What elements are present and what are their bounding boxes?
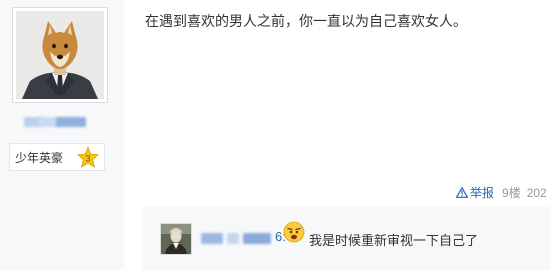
post-content: 在遇到喜欢的男人之前，你一直以为自己喜欢女人。 bbox=[145, 13, 467, 29]
author-username[interactable] bbox=[24, 117, 88, 127]
anxious-face-emoji-icon bbox=[283, 221, 305, 243]
report-link[interactable]: 举报 bbox=[456, 184, 494, 201]
post-date: 202 bbox=[526, 185, 547, 200]
reply-list: 6: 我是时候重新审视一下自己了 bbox=[143, 207, 550, 270]
floor-number: 9楼 bbox=[502, 186, 521, 200]
report-label[interactable]: 举报 bbox=[470, 184, 494, 201]
author-sidebar: 少年英豪 3 bbox=[0, 0, 124, 270]
author-avatar[interactable] bbox=[12, 7, 108, 103]
badge-level-number: 3 bbox=[85, 154, 90, 164]
person-avatar-icon bbox=[161, 224, 191, 254]
level-badge[interactable]: 少年英豪 3 bbox=[9, 143, 105, 171]
shiba-dog-icon bbox=[16, 11, 104, 99]
badge-label: 少年英豪 bbox=[15, 150, 64, 165]
reply-avatar[interactable] bbox=[160, 223, 192, 255]
reply-content: 我是时候重新审视一下自己了 bbox=[309, 233, 479, 248]
reply-username[interactable] bbox=[201, 233, 277, 244]
star-level-icon: 3 bbox=[76, 146, 100, 170]
post-meta: 举报 9楼 202 bbox=[456, 184, 547, 201]
warning-triangle-icon bbox=[456, 187, 468, 198]
